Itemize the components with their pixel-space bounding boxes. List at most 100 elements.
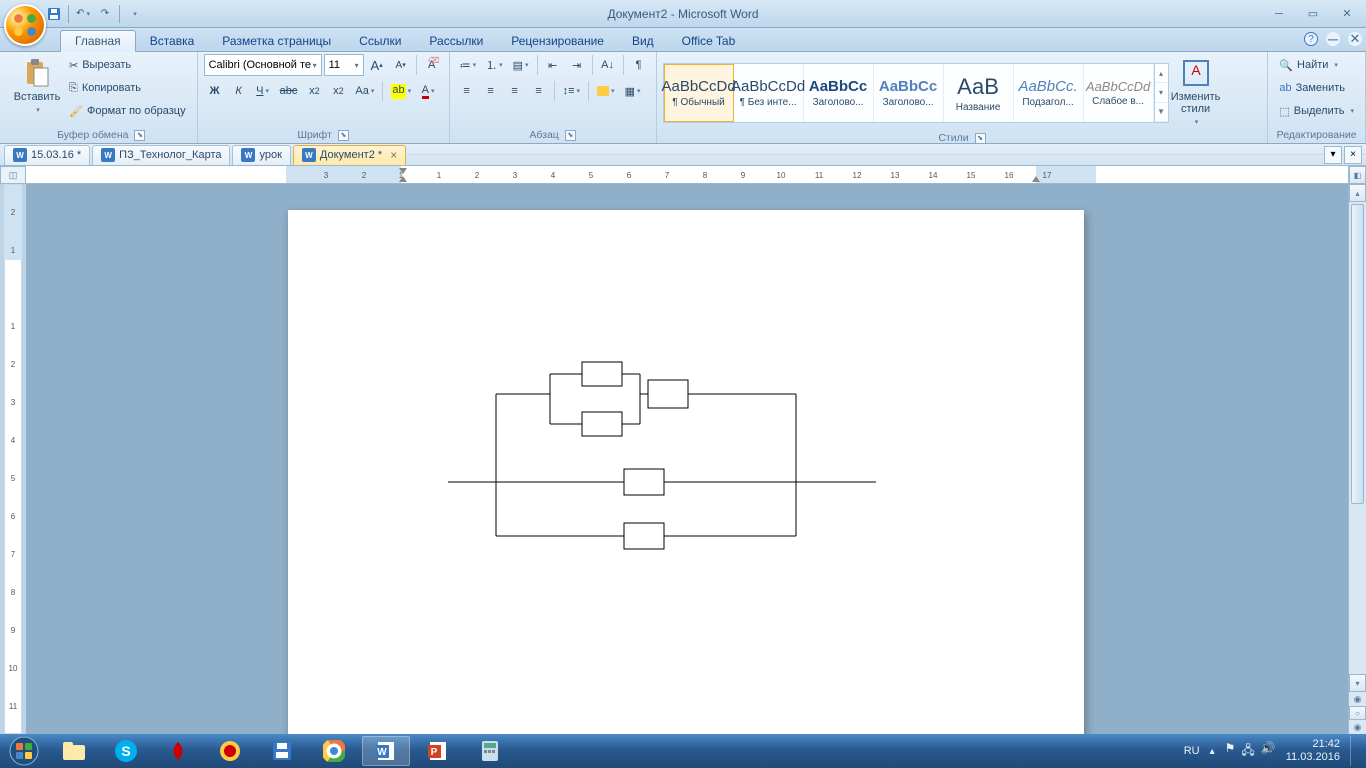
tab-list-button[interactable]: ▾ (1324, 146, 1342, 164)
sort-button[interactable]: A↓ (597, 54, 619, 76)
show-desktop-button[interactable] (1350, 736, 1358, 766)
clock[interactable]: 21:42 11.03.2016 (1286, 738, 1340, 764)
style-heading1[interactable]: AaBbCcЗаголово... (804, 64, 874, 122)
qat-redo-icon[interactable]: ↷ (95, 4, 115, 24)
tab-view[interactable]: Вид (618, 31, 668, 51)
start-button[interactable] (0, 734, 48, 768)
taskbar-calc-icon[interactable] (466, 736, 514, 766)
scroll-track[interactable] (1349, 202, 1366, 674)
style-normal[interactable]: AaBbCcDd¶ Обычный (664, 64, 734, 122)
qat-customize-icon[interactable]: ▾ (124, 4, 144, 24)
close-button[interactable]: ✕ (1332, 5, 1362, 23)
change-case-button[interactable]: Aa▾ (351, 80, 378, 102)
action-center-icon[interactable]: ⚑ (1225, 741, 1236, 762)
strikethrough-button[interactable]: abc (276, 80, 302, 102)
grow-font-button[interactable]: A▴ (366, 54, 388, 76)
qat-undo-icon[interactable]: ↶▾ (73, 4, 93, 24)
taskbar-save-icon[interactable] (258, 736, 306, 766)
line-spacing-button[interactable]: ↕≡▾ (559, 80, 584, 102)
font-size-combo[interactable]: 11▾ (324, 54, 364, 76)
dialog-launcher-icon[interactable]: ⬊ (565, 130, 576, 141)
increase-indent-button[interactable]: ⇥ (566, 54, 588, 76)
horizontal-ruler[interactable]: 321 123 456 789 101112 131415 1617 (26, 166, 1366, 184)
taskbar-chrome-icon[interactable] (310, 736, 358, 766)
tab-home[interactable]: Главная (60, 30, 136, 52)
ruler-toggle-button[interactable]: ◧ (1349, 166, 1366, 184)
language-indicator[interactable]: RU (1184, 745, 1200, 757)
doc-tab-2[interactable]: WПЗ_Технолог_Карта (92, 145, 230, 165)
dialog-launcher-icon[interactable]: ⬊ (975, 133, 986, 144)
close-tab-icon[interactable]: × (390, 148, 397, 162)
vertical-ruler[interactable]: 21 123 456 789 1011 (4, 184, 22, 734)
tab-mailings[interactable]: Рассылки (415, 31, 497, 51)
show-marks-button[interactable]: ¶ (628, 54, 650, 76)
clear-formatting-button[interactable]: A⌫ (421, 54, 443, 76)
scroll-thumb[interactable] (1351, 204, 1364, 504)
tab-references[interactable]: Ссылки (345, 31, 415, 51)
bullets-button[interactable]: ≔▾ (456, 54, 481, 76)
align-left-button[interactable]: ≡ (456, 80, 478, 102)
taskbar-word-icon[interactable]: W (362, 736, 410, 766)
maximize-button[interactable]: ▭ (1298, 5, 1328, 23)
shrink-font-button[interactable]: A▾ (390, 54, 412, 76)
style-title[interactable]: АаВНазвание (944, 64, 1014, 122)
tab-insert[interactable]: Вставка (136, 31, 209, 51)
next-page-button[interactable]: ◉ (1349, 720, 1366, 734)
prev-page-button[interactable]: ◉ (1349, 692, 1366, 706)
align-center-button[interactable]: ≡ (480, 80, 502, 102)
help-button[interactable]: ? (1304, 32, 1318, 46)
doc-tab-3[interactable]: Wурок (232, 145, 290, 165)
ribbon-close-button[interactable]: ✕ (1348, 32, 1362, 46)
bold-button[interactable]: Ж (204, 80, 226, 102)
tab-close-button[interactable]: × (1344, 146, 1362, 164)
taskbar-app2-icon[interactable] (206, 736, 254, 766)
find-button[interactable]: 🔍Найти▾ (1274, 54, 1359, 76)
copy-button[interactable]: ⎘Копировать (64, 77, 191, 99)
ribbon-minimize-button[interactable]: ─ (1326, 32, 1340, 46)
qat-save-icon[interactable] (44, 4, 64, 24)
browse-object-button[interactable]: ○ (1349, 706, 1366, 720)
style-heading2[interactable]: AaBbCcЗаголово... (874, 64, 944, 122)
gallery-more-button[interactable]: ▼ (1155, 103, 1168, 122)
tab-officetab[interactable]: Office Tab (668, 31, 750, 51)
taskbar-app1-icon[interactable] (154, 736, 202, 766)
gallery-down-button[interactable]: ▾ (1155, 83, 1168, 102)
scroll-down-button[interactable]: ▾ (1349, 674, 1366, 692)
tray-expand-icon[interactable]: ▴ (1210, 746, 1215, 757)
format-painter-button[interactable]: 🖌Формат по образцу (64, 100, 191, 122)
doc-tab-4[interactable]: WДокумент2 *× (293, 145, 406, 165)
taskbar-skype-icon[interactable]: S (102, 736, 150, 766)
select-button[interactable]: ⬚Выделить▾ (1274, 100, 1359, 122)
scroll-up-button[interactable]: ▴ (1349, 184, 1366, 202)
underline-button[interactable]: Ч▾ (252, 80, 274, 102)
highlight-button[interactable]: ab▾ (387, 80, 415, 102)
tab-review[interactable]: Рецензирование (497, 31, 618, 51)
decrease-indent-button[interactable]: ⇤ (542, 54, 564, 76)
doc-tab-1[interactable]: W15.03.16 * (4, 145, 90, 165)
office-button[interactable] (4, 4, 46, 46)
tab-layout[interactable]: Разметка страницы (208, 31, 345, 51)
network-icon[interactable]: 🖧 (1241, 741, 1254, 762)
ruler-corner[interactable]: ◫ (0, 166, 26, 184)
font-name-combo[interactable]: Calibri (Основной те▾ (204, 54, 322, 76)
style-nospacing[interactable]: AaBbCcDd¶ Без инте... (734, 64, 804, 122)
align-right-button[interactable]: ≡ (504, 80, 526, 102)
change-styles-button[interactable]: A Изменить стили▾ (1171, 54, 1221, 132)
numbering-button[interactable]: ⒈▾ (482, 54, 507, 76)
superscript-button[interactable]: x2 (327, 80, 349, 102)
taskbar-powerpoint-icon[interactable]: P (414, 736, 462, 766)
paste-button[interactable]: Вставить ▾ (12, 54, 62, 120)
justify-button[interactable]: ≡ (528, 80, 550, 102)
shading-button[interactable]: ▾ (593, 80, 619, 102)
cut-button[interactable]: ✂Вырезать (64, 54, 191, 76)
minimize-button[interactable]: ─ (1264, 5, 1294, 23)
multilevel-button[interactable]: ▤▾ (509, 54, 533, 76)
dialog-launcher-icon[interactable]: ⬊ (134, 130, 145, 141)
italic-button[interactable]: К (228, 80, 250, 102)
font-color-button[interactable]: A▾ (417, 80, 439, 102)
subscript-button[interactable]: x2 (303, 80, 325, 102)
style-subtitle[interactable]: AaBbCc.Подзагол... (1014, 64, 1084, 122)
gallery-up-button[interactable]: ▴ (1155, 64, 1168, 83)
volume-icon[interactable]: 🔊 (1261, 741, 1276, 762)
taskbar-explorer-icon[interactable] (50, 736, 98, 766)
